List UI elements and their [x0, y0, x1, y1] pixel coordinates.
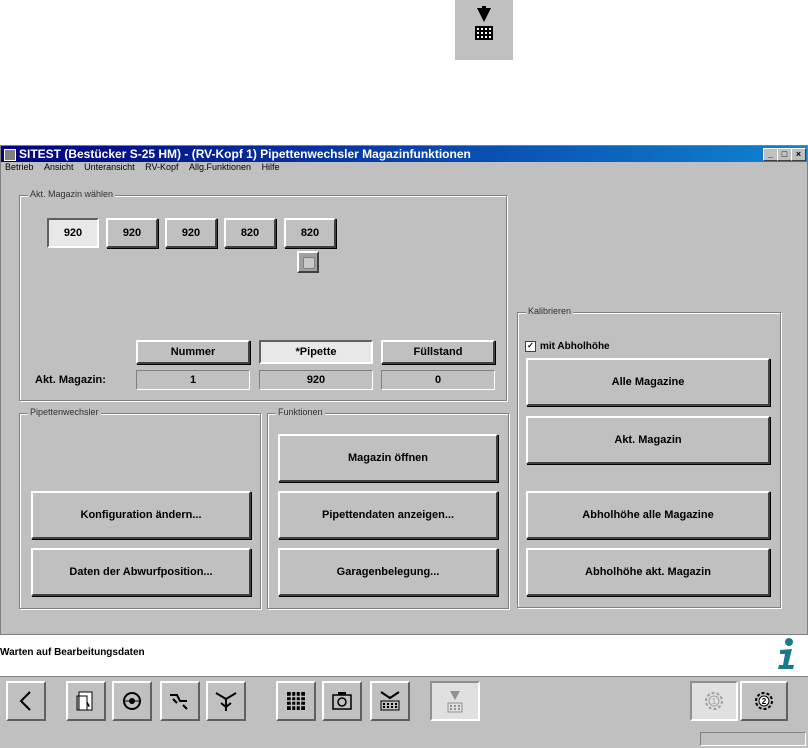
magazin-oeffnen-button[interactable]: Magazin öffnen [278, 434, 498, 482]
magazine-select-label: Akt. Magazin wählen [28, 189, 116, 199]
header-pipette[interactable]: *Pipette [259, 340, 373, 364]
title-bar[interactable]: SITEST (Bestücker S-25 HM) - (RV-Kopf 1)… [1, 146, 807, 162]
abholhoehe-checkbox-row[interactable]: ✓ mit Abholhöhe [525, 339, 725, 353]
alle-magazine-button[interactable]: Alle Magazine [526, 358, 770, 406]
close-button[interactable]: × [791, 148, 806, 161]
settings-gear-2-icon[interactable]: 2 [740, 681, 788, 721]
status-text: Warten auf Bearbeitungsdaten [0, 647, 145, 658]
main-window: SITEST (Bestücker S-25 HM) - (RV-Kopf 1)… [0, 145, 808, 635]
menu-unteransicht[interactable]: Unteransicht [84, 162, 135, 172]
grid-icon[interactable] [276, 681, 316, 721]
magazine-button-2[interactable]: 920 [106, 218, 158, 248]
menu-rv-kopf[interactable]: RV-Kopf [145, 162, 178, 172]
placement-head-icon[interactable] [206, 681, 246, 721]
abwurfposition-button[interactable]: Daten der Abwurfposition... [31, 548, 251, 596]
pick-head-icon[interactable] [160, 681, 200, 721]
akt-magazin-label: Akt. Magazin: [35, 374, 106, 386]
gear-badge-1: 1 [712, 697, 717, 706]
magazine-indicator-led [297, 251, 319, 273]
maximize-button[interactable]: □ [777, 148, 792, 161]
document-icon[interactable] [66, 681, 106, 721]
funktionen-label: Funktionen [276, 407, 325, 417]
abholhoehe-akt-button[interactable]: Abholhöhe akt. Magazin [526, 548, 770, 596]
nozzle-icon[interactable] [112, 681, 152, 721]
gear-badge-2: 2 [762, 697, 767, 706]
akt-magazin-button[interactable]: Akt. Magazin [526, 416, 770, 464]
pipettendaten-anzeigen-button[interactable]: Pipettendaten anzeigen... [278, 491, 498, 539]
cell-pipette: 920 [259, 370, 373, 390]
app-icon [4, 149, 16, 161]
bottom-toolbar: 1 2 [0, 676, 808, 724]
kalibrieren-label: Kalibrieren [526, 306, 574, 316]
feeder-icon[interactable] [370, 681, 410, 721]
konfiguration-aendern-button[interactable]: Konfiguration ändern... [31, 491, 251, 539]
pipette-changer-icon [455, 0, 513, 60]
bottom-status-strip [0, 724, 808, 748]
cell-nummer: 1 [136, 370, 250, 390]
magazine-button-4[interactable]: 820 [224, 218, 276, 248]
abholhoehe-checkbox-label: mit Abholhöhe [540, 340, 610, 352]
cell-fuellstand: 0 [381, 370, 495, 390]
header-nummer[interactable]: Nummer [136, 340, 250, 364]
abholhoehe-alle-button[interactable]: Abholhöhe alle Magazine [526, 491, 770, 539]
header-fuellstand[interactable]: Füllstand [381, 340, 495, 364]
magazine-button-1[interactable]: 920 [47, 218, 99, 248]
info-icon[interactable] [770, 636, 800, 672]
bottom-status-field [700, 732, 806, 746]
magazine-button-3[interactable]: 920 [165, 218, 217, 248]
pipettenwechsler-label: Pipettenwechsler [28, 407, 101, 417]
back-arrow-icon[interactable] [6, 681, 46, 721]
garagenbelegung-button[interactable]: Garagenbelegung... [278, 548, 498, 596]
abholhoehe-checkbox[interactable]: ✓ [525, 340, 536, 352]
minimize-button[interactable]: _ [763, 148, 778, 161]
menu-allg-funktionen[interactable]: Allg.Funktionen [189, 162, 251, 172]
menu-hilfe[interactable]: Hilfe [262, 162, 280, 172]
menu-betrieb[interactable]: Betrieb [5, 162, 34, 172]
magazine-button-5[interactable]: 820 [284, 218, 336, 248]
menu-bar: Betrieb Ansicht Unteransicht RV-Kopf All… [1, 162, 807, 176]
settings-gear-disabled-icon[interactable]: 1 [690, 681, 738, 721]
camera-icon[interactable] [322, 681, 362, 721]
pipette-changer-tool-icon[interactable] [430, 681, 480, 721]
menu-ansicht[interactable]: Ansicht [44, 162, 74, 172]
window-title: SITEST (Bestücker S-25 HM) - (RV-Kopf 1)… [19, 147, 471, 161]
